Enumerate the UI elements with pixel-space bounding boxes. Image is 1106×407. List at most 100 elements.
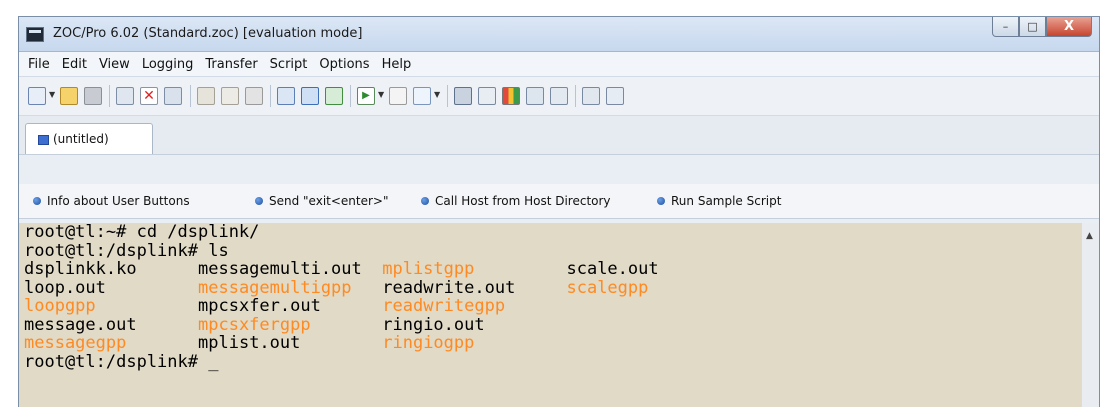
- menu-logging[interactable]: Logging: [136, 57, 200, 72]
- menu-view[interactable]: View: [93, 57, 136, 72]
- toolbar-separator: [447, 85, 448, 107]
- minimize-button[interactable]: –: [992, 17, 1019, 37]
- colors-icon[interactable]: [550, 87, 568, 105]
- chevron-down-icon[interactable]: ▼: [378, 90, 384, 99]
- paste-icon[interactable]: [197, 87, 215, 105]
- terminal-line: message.out mpcsxfergpp ringio.out: [24, 314, 659, 335]
- quick-connect-icon[interactable]: [84, 87, 102, 105]
- user-buttons-bar: Info about User Buttons Send "exit<enter…: [19, 184, 1099, 219]
- user-button-label: Send "exit<enter>": [269, 194, 389, 208]
- tab-content-header: [19, 157, 1099, 184]
- clipboard-icon[interactable]: [164, 87, 182, 105]
- terminal-line: dsplinkk.ko messagemulti.out mplistgpp s…: [24, 260, 659, 279]
- menu-transfer[interactable]: Transfer: [199, 57, 263, 72]
- menu-edit[interactable]: Edit: [56, 57, 93, 72]
- terminal-line: root@tl:~# cd /dsplink/: [24, 223, 659, 242]
- terminal-executable-text: loopgpp: [24, 296, 96, 316]
- run-sample-script-button[interactable]: Run Sample Script: [657, 194, 781, 208]
- call-host-button[interactable]: Call Host from Host Directory: [421, 194, 611, 208]
- upload-icon[interactable]: [301, 87, 319, 105]
- chevron-down-icon[interactable]: ▼: [434, 90, 440, 99]
- terminal-executable-text: mplistgpp: [382, 259, 475, 279]
- terminal-text: readwrite.out: [382, 277, 567, 298]
- terminal-line: root@tl:/dsplink# _: [24, 351, 659, 372]
- session-icon: [38, 135, 49, 145]
- menu-script[interactable]: Script: [264, 57, 314, 72]
- toolbar-separator: [109, 85, 110, 107]
- terminal-text: scale.out: [566, 259, 659, 279]
- send-exit-button[interactable]: Send "exit<enter>": [255, 194, 389, 208]
- toolbar-separator: [190, 85, 191, 107]
- terminal-line: loopgpp mpcsxfer.out readwritegpp: [24, 297, 659, 316]
- terminal-line: loop.out messagemultigpp readwrite.out s…: [24, 277, 659, 298]
- menu-options[interactable]: Options: [313, 57, 375, 72]
- settings-icon[interactable]: [606, 87, 624, 105]
- close-button[interactable]: X: [1046, 17, 1092, 37]
- toolbar: ▼ ✕ ▶ ▼ ▼: [19, 77, 1099, 116]
- tab-label: (untitled): [53, 132, 109, 146]
- options-icon[interactable]: [526, 87, 544, 105]
- terminal-output: root@tl:~# cd /dsplink/root@tl:/dsplink#…: [24, 223, 659, 371]
- terminal-text: message.out: [24, 314, 198, 335]
- stop-icon[interactable]: [389, 87, 407, 105]
- terminal-executable-text: scalegpp: [566, 277, 649, 298]
- terminal-executable-text: messagemultigpp: [198, 277, 352, 298]
- app-icon[interactable]: [26, 27, 44, 42]
- terminal-screen[interactable]: root@tl:~# cd /dsplink/root@tl:/dsplink#…: [19, 223, 1099, 407]
- host-directory-icon[interactable]: [454, 87, 472, 105]
- close-session-icon[interactable]: ✕: [140, 87, 158, 105]
- chart-icon[interactable]: [502, 87, 520, 105]
- find-icon[interactable]: [478, 87, 496, 105]
- terminal-text: root@tl:~# cd /dsplink/: [24, 222, 260, 242]
- terminal-text: root@tl:/dsplink# ls: [24, 240, 229, 261]
- info-user-buttons-button[interactable]: Info about User Buttons: [33, 194, 190, 208]
- run-script-icon[interactable]: ▶: [357, 87, 375, 105]
- user-button-label: Info about User Buttons: [47, 194, 190, 208]
- chevron-down-icon[interactable]: ▼: [49, 90, 55, 99]
- terminal-executable-text: mpcsxfergpp: [198, 314, 311, 335]
- tab-untitled[interactable]: (untitled): [25, 123, 153, 154]
- menu-bar: File Edit View Logging Transfer Script O…: [19, 52, 1099, 77]
- terminal-executable-text: readwritegpp: [382, 296, 506, 316]
- bullet-icon: [657, 197, 665, 205]
- terminal-scrollbar[interactable]: ▲: [1081, 223, 1099, 407]
- copy-icon[interactable]: [221, 87, 239, 105]
- terminal-text: loop.out: [24, 277, 198, 298]
- maximize-button[interactable]: □: [1019, 17, 1046, 37]
- connect-icon[interactable]: [28, 87, 46, 105]
- toolbar-separator: [270, 85, 271, 107]
- title-bar[interactable]: ZOC/Pro 6.02 (Standard.zoc) [evaluation …: [19, 17, 1099, 52]
- menu-file[interactable]: File: [22, 57, 56, 72]
- session-tab-bar: (untitled): [19, 116, 1099, 155]
- terminal-text: mplist.out: [198, 333, 383, 353]
- app-window: ZOC/Pro 6.02 (Standard.zoc) [evaluation …: [18, 16, 1100, 407]
- print-icon[interactable]: [245, 87, 263, 105]
- bullet-icon: [33, 197, 41, 205]
- terminal-text: messagemulti.out: [198, 259, 383, 279]
- toolbar-separator: [575, 85, 576, 107]
- terminal-text: ringio.out: [382, 314, 485, 335]
- terminal-text: root@tl:/dsplink# _: [24, 351, 219, 372]
- menu-help[interactable]: Help: [376, 57, 418, 72]
- terminal-text: dsplinkk.ko: [24, 259, 198, 279]
- download-icon[interactable]: [325, 87, 343, 105]
- bullet-icon: [255, 197, 263, 205]
- window-controls: – □ X: [992, 17, 1092, 37]
- tools-icon[interactable]: [582, 87, 600, 105]
- window-title: ZOC/Pro 6.02 (Standard.zoc) [evaluation …: [53, 26, 363, 41]
- new-window-icon[interactable]: [116, 87, 134, 105]
- favorites-icon[interactable]: [60, 87, 78, 105]
- edit-icon[interactable]: [413, 87, 431, 105]
- terminal-executable-text: messagegpp: [24, 333, 127, 353]
- terminal-text: mpcsxfer.out: [198, 296, 383, 316]
- send-file-icon[interactable]: [277, 87, 295, 105]
- toolbar-separator: [350, 85, 351, 107]
- bullet-icon: [421, 197, 429, 205]
- terminal-line: root@tl:/dsplink# ls: [24, 240, 659, 261]
- scroll-up-arrow-icon[interactable]: ▲: [1086, 231, 1093, 241]
